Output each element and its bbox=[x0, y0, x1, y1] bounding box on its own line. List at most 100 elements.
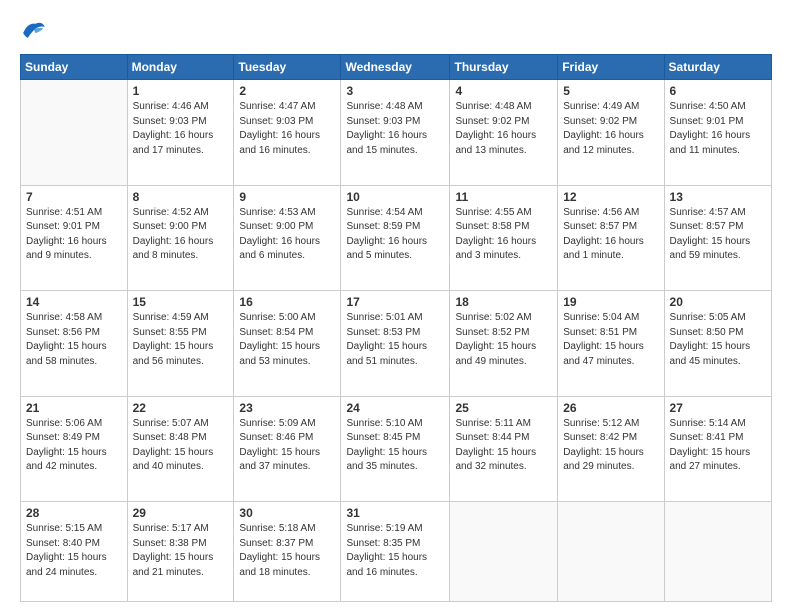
day-info: Sunrise: 4:56 AM Sunset: 8:57 PM Dayligh… bbox=[563, 206, 658, 264]
calendar-cell: 6 Sunrise: 4:50 AM Sunset: 9:01 PM Daylig… bbox=[664, 80, 771, 186]
day-number: 26 bbox=[563, 401, 658, 415]
day-number: 12 bbox=[563, 190, 658, 204]
day-number: 27 bbox=[670, 401, 766, 415]
calendar-cell bbox=[450, 502, 558, 602]
calendar-cell: 5 Sunrise: 4:49 AM Sunset: 9:02 PM Daylig… bbox=[558, 80, 664, 186]
day-number: 25 bbox=[455, 401, 552, 415]
day-number: 22 bbox=[133, 401, 229, 415]
day-info: Sunrise: 5:11 AM Sunset: 8:44 PM Dayligh… bbox=[455, 417, 552, 475]
col-monday: Monday bbox=[127, 55, 234, 80]
calendar-cell bbox=[558, 502, 664, 602]
calendar-cell: 15 Sunrise: 4:59 AM Sunset: 8:55 PM Dayli… bbox=[127, 291, 234, 397]
day-number: 15 bbox=[133, 295, 229, 309]
calendar-cell: 2 Sunrise: 4:47 AM Sunset: 9:03 PM Daylig… bbox=[234, 80, 341, 186]
day-info: Sunrise: 4:59 AM Sunset: 8:55 PM Dayligh… bbox=[133, 311, 229, 369]
day-info: Sunrise: 4:46 AM Sunset: 9:03 PM Dayligh… bbox=[133, 100, 229, 158]
day-number: 3 bbox=[346, 84, 444, 98]
day-number: 24 bbox=[346, 401, 444, 415]
calendar-cell: 27 Sunrise: 5:14 AM Sunset: 8:41 PM Dayli… bbox=[664, 396, 771, 502]
page: Sunday Monday Tuesday Wednesday Thursday… bbox=[0, 0, 792, 612]
day-number: 2 bbox=[239, 84, 335, 98]
day-info: Sunrise: 4:58 AM Sunset: 8:56 PM Dayligh… bbox=[26, 311, 122, 369]
calendar-cell: 21 Sunrise: 5:06 AM Sunset: 8:49 PM Dayli… bbox=[21, 396, 128, 502]
day-info: Sunrise: 5:10 AM Sunset: 8:45 PM Dayligh… bbox=[346, 417, 444, 475]
day-info: Sunrise: 5:04 AM Sunset: 8:51 PM Dayligh… bbox=[563, 311, 658, 369]
day-info: Sunrise: 4:55 AM Sunset: 8:58 PM Dayligh… bbox=[455, 206, 552, 264]
day-info: Sunrise: 4:47 AM Sunset: 9:03 PM Dayligh… bbox=[239, 100, 335, 158]
calendar-cell: 28 Sunrise: 5:15 AM Sunset: 8:40 PM Dayli… bbox=[21, 502, 128, 602]
calendar-cell: 24 Sunrise: 5:10 AM Sunset: 8:45 PM Dayli… bbox=[341, 396, 450, 502]
day-info: Sunrise: 4:53 AM Sunset: 9:00 PM Dayligh… bbox=[239, 206, 335, 264]
day-info: Sunrise: 5:17 AM Sunset: 8:38 PM Dayligh… bbox=[133, 522, 229, 580]
day-number: 21 bbox=[26, 401, 122, 415]
day-info: Sunrise: 5:19 AM Sunset: 8:35 PM Dayligh… bbox=[346, 522, 444, 580]
calendar-cell: 14Sunrise: 4:58 AM Sunset: 8:56 PM Dayli… bbox=[21, 291, 128, 397]
calendar-cell: 1 Sunrise: 4:46 AM Sunset: 9:03 PM Daylig… bbox=[127, 80, 234, 186]
day-info: Sunrise: 4:57 AM Sunset: 8:57 PM Dayligh… bbox=[670, 206, 766, 264]
day-number: 8 bbox=[133, 190, 229, 204]
day-number: 28 bbox=[26, 506, 122, 520]
calendar-cell: 13 Sunrise: 4:57 AM Sunset: 8:57 PM Dayli… bbox=[664, 185, 771, 291]
day-number: 10 bbox=[346, 190, 444, 204]
calendar-cell: 20 Sunrise: 5:05 AM Sunset: 8:50 PM Dayli… bbox=[664, 291, 771, 397]
calendar-cell: 29 Sunrise: 5:17 AM Sunset: 8:38 PM Dayli… bbox=[127, 502, 234, 602]
calendar-cell: 31Sunrise: 5:19 AM Sunset: 8:35 PM Dayli… bbox=[341, 502, 450, 602]
calendar-cell: 18Sunrise: 5:02 AM Sunset: 8:52 PM Dayli… bbox=[450, 291, 558, 397]
day-info: Sunrise: 5:07 AM Sunset: 8:48 PM Dayligh… bbox=[133, 417, 229, 475]
header bbox=[20, 16, 772, 44]
calendar-cell: 22 Sunrise: 5:07 AM Sunset: 8:48 PM Dayli… bbox=[127, 396, 234, 502]
day-number: 19 bbox=[563, 295, 658, 309]
calendar-cell: 26Sunrise: 5:12 AM Sunset: 8:42 PM Dayli… bbox=[558, 396, 664, 502]
day-number: 7 bbox=[26, 190, 122, 204]
calendar-cell: 25 Sunrise: 5:11 AM Sunset: 8:44 PM Dayli… bbox=[450, 396, 558, 502]
day-info: Sunrise: 4:49 AM Sunset: 9:02 PM Dayligh… bbox=[563, 100, 658, 158]
day-info: Sunrise: 5:06 AM Sunset: 8:49 PM Dayligh… bbox=[26, 417, 122, 475]
day-info: Sunrise: 5:14 AM Sunset: 8:41 PM Dayligh… bbox=[670, 417, 766, 475]
col-friday: Friday bbox=[558, 55, 664, 80]
day-number: 20 bbox=[670, 295, 766, 309]
col-tuesday: Tuesday bbox=[234, 55, 341, 80]
day-info: Sunrise: 4:48 AM Sunset: 9:02 PM Dayligh… bbox=[455, 100, 552, 158]
day-info: Sunrise: 5:18 AM Sunset: 8:37 PM Dayligh… bbox=[239, 522, 335, 580]
col-sunday: Sunday bbox=[21, 55, 128, 80]
day-info: Sunrise: 5:09 AM Sunset: 8:46 PM Dayligh… bbox=[239, 417, 335, 475]
day-info: Sunrise: 5:05 AM Sunset: 8:50 PM Dayligh… bbox=[670, 311, 766, 369]
col-thursday: Thursday bbox=[450, 55, 558, 80]
day-info: Sunrise: 4:48 AM Sunset: 9:03 PM Dayligh… bbox=[346, 100, 444, 158]
day-info: Sunrise: 4:50 AM Sunset: 9:01 PM Dayligh… bbox=[670, 100, 766, 158]
logo bbox=[20, 16, 52, 44]
day-number: 30 bbox=[239, 506, 335, 520]
day-info: Sunrise: 5:15 AM Sunset: 8:40 PM Dayligh… bbox=[26, 522, 122, 580]
calendar-header-row: Sunday Monday Tuesday Wednesday Thursday… bbox=[21, 55, 772, 80]
calendar-cell: 7 Sunrise: 4:51 AM Sunset: 9:01 PM Daylig… bbox=[21, 185, 128, 291]
calendar-cell: 23 Sunrise: 5:09 AM Sunset: 8:46 PM Dayli… bbox=[234, 396, 341, 502]
day-number: 6 bbox=[670, 84, 766, 98]
day-number: 18 bbox=[455, 295, 552, 309]
calendar-cell: 8 Sunrise: 4:52 AM Sunset: 9:00 PM Daylig… bbox=[127, 185, 234, 291]
calendar-cell: 4 Sunrise: 4:48 AM Sunset: 9:02 PM Daylig… bbox=[450, 80, 558, 186]
calendar-cell bbox=[664, 502, 771, 602]
col-wednesday: Wednesday bbox=[341, 55, 450, 80]
day-info: Sunrise: 4:51 AM Sunset: 9:01 PM Dayligh… bbox=[26, 206, 122, 264]
calendar-cell: 3 Sunrise: 4:48 AM Sunset: 9:03 PM Daylig… bbox=[341, 80, 450, 186]
day-info: Sunrise: 5:00 AM Sunset: 8:54 PM Dayligh… bbox=[239, 311, 335, 369]
calendar-cell: 17 Sunrise: 5:01 AM Sunset: 8:53 PM Dayli… bbox=[341, 291, 450, 397]
day-number: 5 bbox=[563, 84, 658, 98]
col-saturday: Saturday bbox=[664, 55, 771, 80]
day-number: 17 bbox=[346, 295, 444, 309]
day-number: 4 bbox=[455, 84, 552, 98]
calendar-cell: 30 Sunrise: 5:18 AM Sunset: 8:37 PM Dayli… bbox=[234, 502, 341, 602]
day-number: 23 bbox=[239, 401, 335, 415]
day-info: Sunrise: 4:52 AM Sunset: 9:00 PM Dayligh… bbox=[133, 206, 229, 264]
day-number: 13 bbox=[670, 190, 766, 204]
day-number: 9 bbox=[239, 190, 335, 204]
calendar-cell: 9 Sunrise: 4:53 AM Sunset: 9:00 PM Daylig… bbox=[234, 185, 341, 291]
day-info: Sunrise: 5:01 AM Sunset: 8:53 PM Dayligh… bbox=[346, 311, 444, 369]
day-info: Sunrise: 4:54 AM Sunset: 8:59 PM Dayligh… bbox=[346, 206, 444, 264]
day-number: 1 bbox=[133, 84, 229, 98]
calendar-cell bbox=[21, 80, 128, 186]
calendar-cell: 11 Sunrise: 4:55 AM Sunset: 8:58 PM Dayli… bbox=[450, 185, 558, 291]
day-number: 29 bbox=[133, 506, 229, 520]
calendar-cell: 19 Sunrise: 5:04 AM Sunset: 8:51 PM Dayli… bbox=[558, 291, 664, 397]
day-number: 11 bbox=[455, 190, 552, 204]
